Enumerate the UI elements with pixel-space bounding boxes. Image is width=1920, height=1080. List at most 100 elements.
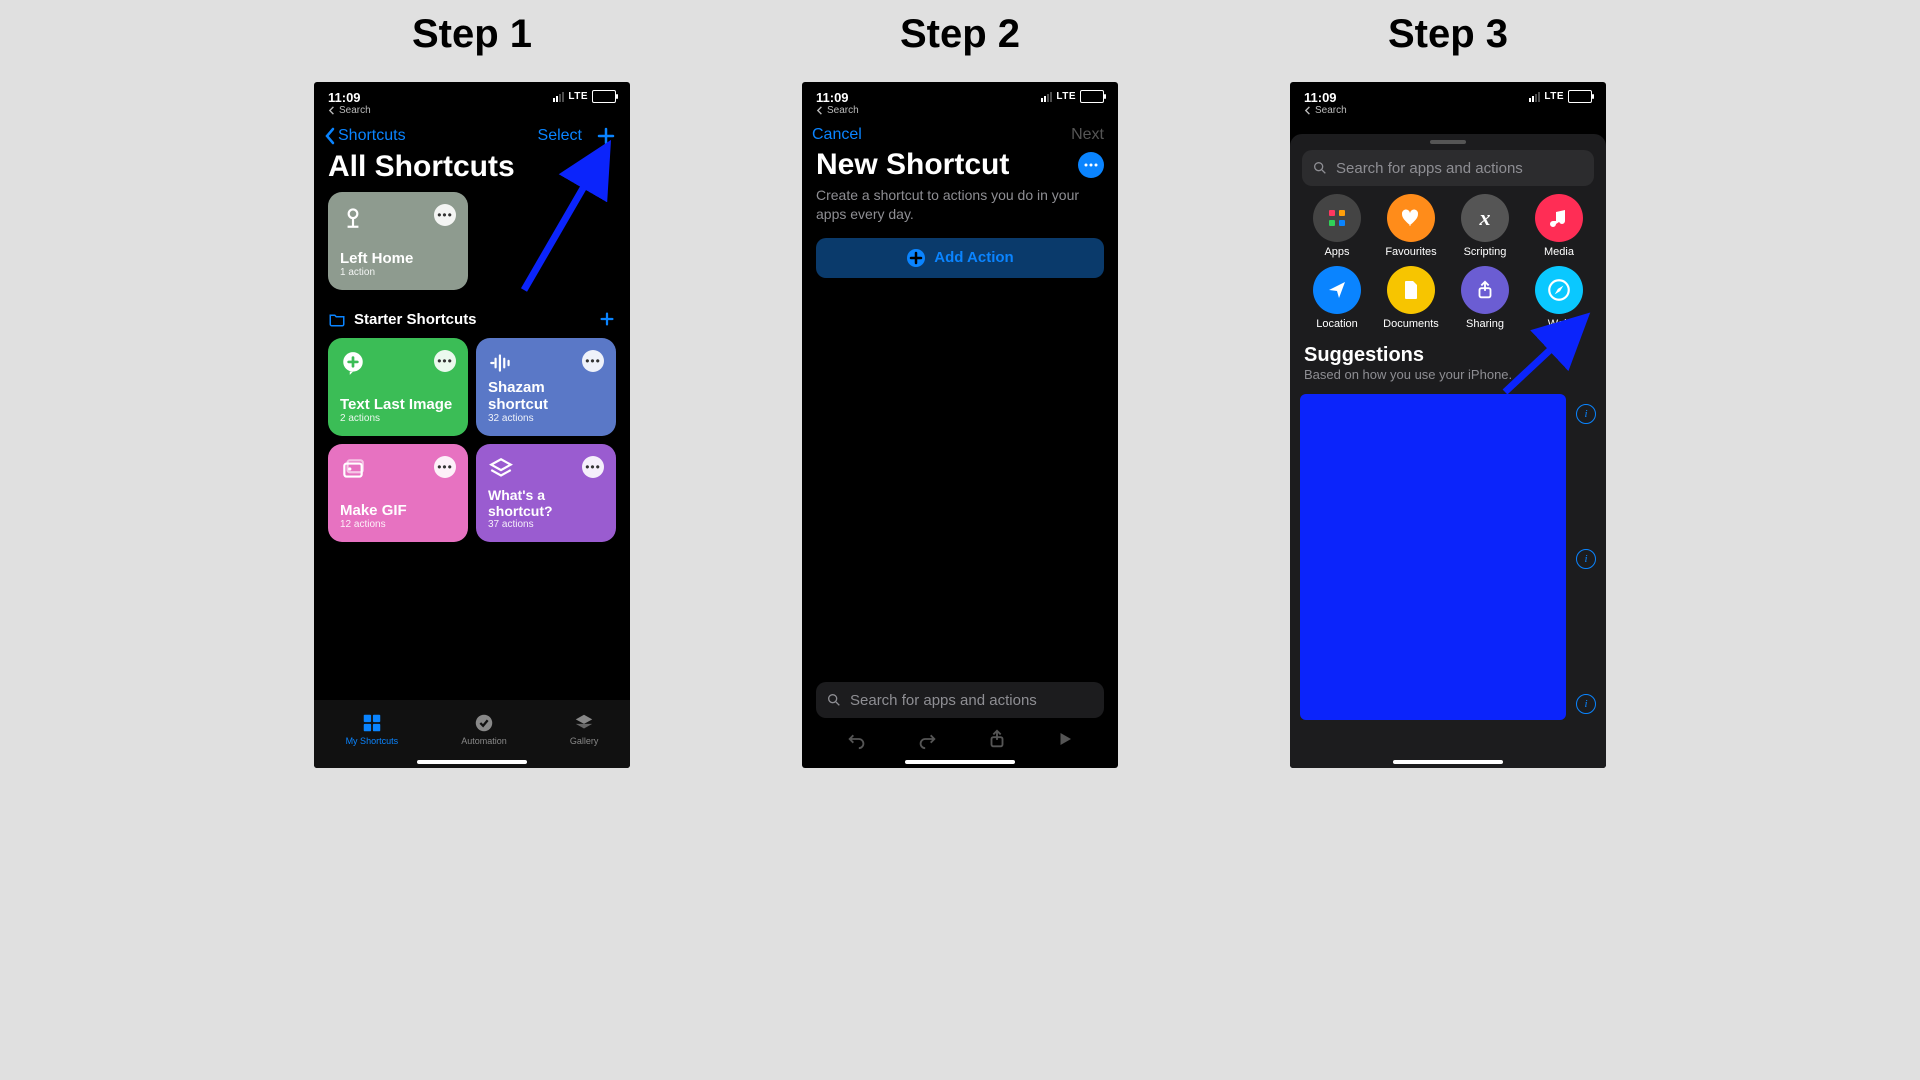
card-title: Make GIF: [340, 502, 456, 519]
card-subtitle: 1 action: [340, 267, 456, 278]
shortcut-card-shazam[interactable]: ••• Shazam shortcut32 actions: [476, 338, 616, 436]
back-to-search[interactable]: Search: [802, 105, 1118, 116]
document-icon: [1387, 266, 1435, 314]
status-bar: 11:09 LTE: [802, 82, 1118, 105]
card-more-icon[interactable]: •••: [434, 350, 456, 372]
page-title: All Shortcuts: [314, 146, 630, 192]
layers-icon: [488, 456, 514, 482]
suggestions-subtitle: Based on how you use your iPhone.: [1304, 367, 1592, 382]
page-title: New Shortcut: [816, 148, 1009, 182]
tab-label: Gallery: [570, 736, 599, 746]
waveform-icon: [488, 350, 514, 376]
shortcut-card-make-gif[interactable]: ••• Make GIF12 actions: [328, 444, 468, 542]
share-icon: [1461, 266, 1509, 314]
sheet-grabber[interactable]: [1430, 140, 1466, 144]
category-label: Apps: [1324, 246, 1349, 258]
home-indicator[interactable]: [1393, 760, 1503, 764]
search-apps-input[interactable]: Search for apps and actions: [816, 682, 1104, 718]
category-location[interactable]: Location: [1300, 266, 1374, 330]
message-plus-icon: [340, 350, 366, 376]
network-label: LTE: [1544, 91, 1564, 102]
category-favourites[interactable]: Favourites: [1374, 194, 1448, 258]
category-label: Location: [1316, 318, 1358, 330]
back-shortcuts-button[interactable]: Shortcuts: [324, 127, 406, 145]
actions-sheet: Search for apps and actions Apps Favouri…: [1290, 134, 1606, 768]
tab-label: My Shortcuts: [346, 736, 399, 746]
add-shortcut-button[interactable]: [596, 126, 616, 146]
photos-icon: [340, 456, 366, 482]
card-subtitle: 12 actions: [340, 519, 456, 530]
category-scripting[interactable]: x Scripting: [1448, 194, 1522, 258]
back-search-label: Search: [1315, 105, 1347, 116]
back-shortcuts-label: Shortcuts: [338, 127, 406, 145]
share-icon[interactable]: [986, 728, 1008, 750]
undo-icon[interactable]: [846, 728, 868, 750]
signal-icon: [553, 92, 564, 102]
info-icon[interactable]: i: [1576, 549, 1596, 569]
shortcut-card-text-last[interactable]: ••• Text Last Image2 actions: [328, 338, 468, 436]
category-label: Media: [1544, 246, 1574, 258]
step-3-label: Step 3: [1290, 12, 1606, 57]
card-subtitle: 32 actions: [488, 413, 604, 424]
card-more-icon[interactable]: •••: [434, 204, 456, 226]
shortcut-settings-button[interactable]: [1078, 152, 1104, 178]
category-sharing[interactable]: Sharing: [1448, 266, 1522, 330]
status-bar: 11:09 LTE: [1290, 82, 1606, 105]
tab-label: Automation: [461, 736, 507, 746]
back-to-search[interactable]: Search: [1290, 105, 1606, 116]
shortcut-card-whats[interactable]: ••• What's a shortcut?37 actions: [476, 444, 616, 542]
info-icon[interactable]: i: [1576, 404, 1596, 424]
network-label: LTE: [568, 91, 588, 102]
phone-step1: 11:09 LTE Search Shortcuts Select All Sh…: [314, 82, 630, 768]
location-arrow-icon: [1313, 266, 1361, 314]
back-search-label: Search: [827, 105, 859, 116]
shortcut-card-left-home[interactable]: ••• Left Home 1 action: [328, 192, 468, 290]
category-label: Web: [1548, 318, 1570, 330]
description-text: Create a shortcut to actions you do in y…: [802, 182, 1118, 238]
card-title: Shazam shortcut: [488, 379, 604, 413]
tab-my-shortcuts[interactable]: My Shortcuts: [346, 712, 399, 746]
status-time: 11:09: [328, 90, 361, 105]
card-more-icon[interactable]: •••: [582, 456, 604, 478]
select-button[interactable]: Select: [538, 127, 582, 145]
category-media[interactable]: Media: [1522, 194, 1596, 258]
cancel-button[interactable]: Cancel: [812, 126, 862, 144]
phone-step2: 11:09 LTE Search Cancel Next New Shortcu…: [802, 82, 1118, 768]
search-placeholder: Search for apps and actions: [1336, 160, 1523, 177]
section-starter-label[interactable]: Starter Shortcuts: [354, 311, 477, 328]
category-label: Documents: [1383, 318, 1439, 330]
add-starter-button[interactable]: [598, 310, 616, 328]
signal-icon: [1529, 92, 1540, 102]
category-apps[interactable]: Apps: [1300, 194, 1374, 258]
tab-gallery[interactable]: Gallery: [570, 712, 599, 746]
status-bar: 11:09 LTE: [314, 82, 630, 105]
category-web[interactable]: Web: [1522, 266, 1596, 330]
card-title: Text Last Image: [340, 396, 456, 413]
add-action-button[interactable]: Add Action: [816, 238, 1104, 278]
status-time: 11:09: [816, 90, 849, 105]
tab-bar: My Shortcuts Automation Gallery: [314, 700, 630, 768]
tab-automation[interactable]: Automation: [461, 712, 507, 746]
home-indicator[interactable]: [905, 760, 1015, 764]
category-label: Scripting: [1464, 246, 1507, 258]
home-indicator[interactable]: [417, 760, 527, 764]
card-more-icon[interactable]: •••: [582, 350, 604, 372]
battery-icon: [1568, 90, 1592, 103]
card-more-icon[interactable]: •••: [434, 456, 456, 478]
battery-icon: [1080, 90, 1104, 103]
add-action-label: Add Action: [934, 249, 1013, 266]
music-note-icon: [1535, 194, 1583, 242]
category-documents[interactable]: Documents: [1374, 266, 1448, 330]
play-icon[interactable]: [1056, 730, 1074, 748]
info-icon[interactable]: i: [1576, 694, 1596, 714]
suggestions-title: Suggestions: [1304, 344, 1592, 367]
category-label: Sharing: [1466, 318, 1504, 330]
next-button[interactable]: Next: [1071, 126, 1104, 144]
redo-icon[interactable]: [916, 728, 938, 750]
signal-icon: [1041, 92, 1052, 102]
scripting-icon: x: [1461, 194, 1509, 242]
search-apps-input[interactable]: Search for apps and actions: [1302, 150, 1594, 186]
back-to-search[interactable]: Search: [314, 105, 630, 116]
editor-toolbar: [802, 728, 1118, 750]
phone-step3: 11:09 LTE Search Search for apps and act…: [1290, 82, 1606, 768]
